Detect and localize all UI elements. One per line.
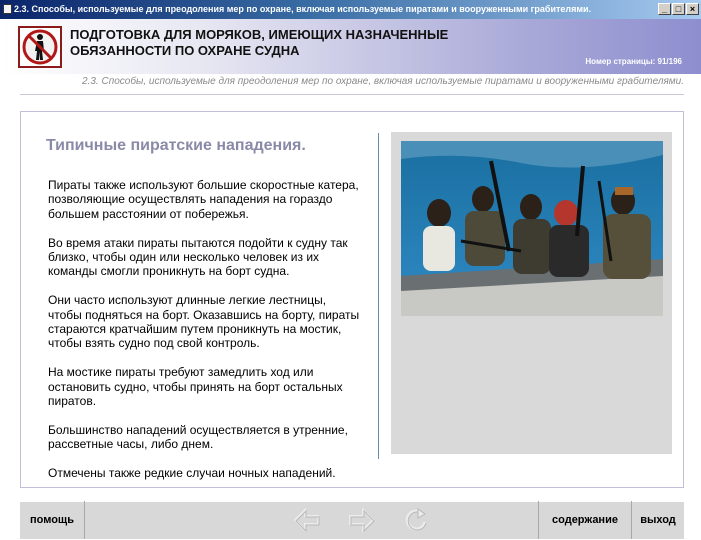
- exit-button[interactable]: выход: [632, 501, 684, 539]
- window-title-bar: 2.3. Способы, используемые для преодолен…: [0, 0, 701, 19]
- paragraph: Большинство нападений осуществляется в у…: [48, 422, 348, 452]
- content-body: Пираты также используют большие скоростн…: [48, 178, 360, 495]
- arrow-left-icon[interactable]: [292, 505, 322, 535]
- course-title-line1: ПОДГОТОВКА ДЛЯ МОРЯКОВ, ИМЕЮЩИХ НАЗНАЧЕН…: [70, 27, 449, 42]
- paragraph: Они часто используют длинные легкие лест…: [48, 293, 360, 351]
- nav-separator: [84, 501, 85, 539]
- window-title: 2.3. Способы, используемые для преодолен…: [14, 4, 592, 14]
- app-icon: [3, 4, 12, 14]
- paragraph: Во время атаки пираты пытаются подойти к…: [48, 235, 348, 279]
- content-heading: Типичные пиратские нападения.: [46, 137, 306, 154]
- arrow-right-icon[interactable]: [346, 505, 376, 535]
- close-button[interactable]: ×: [686, 3, 699, 15]
- pirates-photo: [401, 141, 663, 316]
- maximize-button[interactable]: □: [672, 3, 685, 15]
- no-entry-person-icon: [18, 26, 62, 68]
- help-button[interactable]: помощь: [20, 501, 84, 539]
- course-title-line2: ОБЯЗАННОСТИ ПО ОХРАНЕ СУДНА: [70, 43, 300, 58]
- subtitle-divider: [20, 94, 684, 95]
- page-number: Номер страницы: 91/196: [585, 57, 682, 66]
- contents-button[interactable]: содержание: [539, 501, 631, 539]
- paragraph: Отмечены также редкие случаи ночных напа…: [48, 466, 336, 481]
- minimize-button[interactable]: _: [658, 3, 671, 15]
- course-title: ПОДГОТОВКА ДЛЯ МОРЯКОВ, ИМЕЮЩИХ НАЗНАЧЕН…: [70, 27, 490, 59]
- paragraph: На мостике пираты требуют замедлить ход …: [48, 365, 343, 409]
- column-divider: [378, 133, 379, 459]
- section-subtitle: 2.3. Способы, используемые для преодолен…: [82, 76, 684, 87]
- paragraph: Пираты также используют большие скоростн…: [48, 178, 359, 221]
- reload-icon[interactable]: [402, 505, 432, 535]
